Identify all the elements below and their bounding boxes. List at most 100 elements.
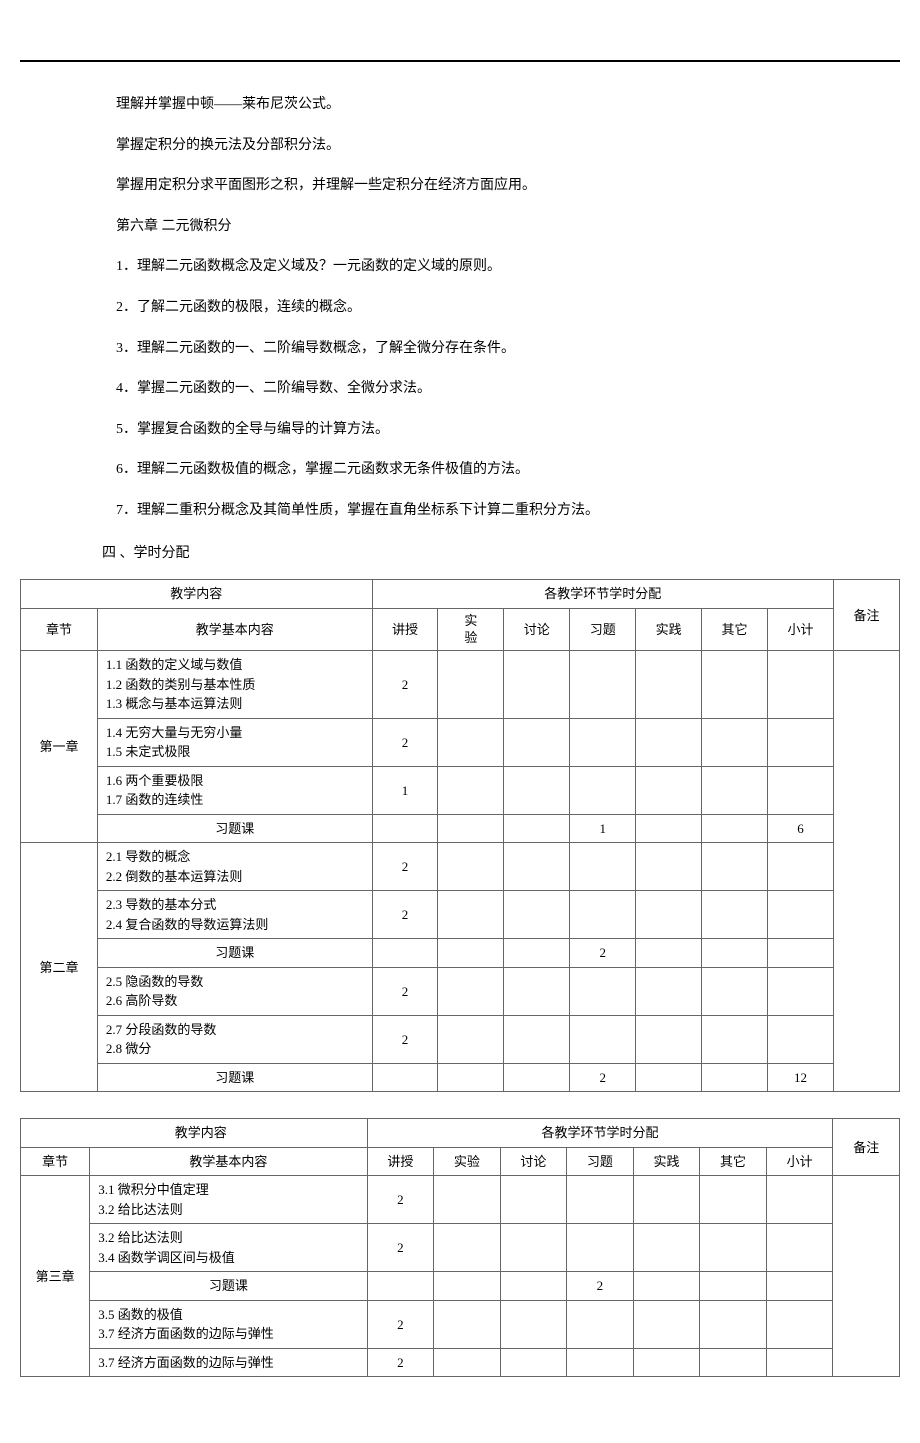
table-row: 2.3 导数的基本分式2.4 复合函数的导数运算法则2 (21, 891, 900, 939)
table-row: 习题课 2 (21, 1272, 900, 1301)
ch6-item-4: 4．掌握二元函数的一、二阶编导数、全微分求法。 (88, 376, 832, 403)
cell-discuss (504, 1015, 570, 1063)
cell-experiment (438, 1063, 504, 1092)
cell-exercise (570, 891, 636, 939)
cell-experiment (434, 1300, 501, 1348)
cell-discuss (500, 1300, 567, 1348)
ch6-item-5: 5．掌握复合函数的全导与编导的计算方法。 (88, 417, 832, 444)
cell-practice (636, 766, 702, 814)
cell-content: 1.6 两个重要极限1.7 函数的连续性 (97, 766, 372, 814)
cell-exercise (570, 967, 636, 1015)
cell-experiment (438, 814, 504, 843)
cell-discuss (500, 1176, 567, 1224)
cell-exercise: 2 (570, 939, 636, 968)
cell-exercise (570, 651, 636, 719)
cell-practice (633, 1272, 700, 1301)
cell-practice (636, 967, 702, 1015)
cell-practice (633, 1348, 700, 1377)
cell-other (702, 891, 768, 939)
cell-subtotal: 6 (767, 814, 833, 843)
cell-content: 习题课 (90, 1272, 367, 1301)
table2-wrap: 教学内容 各教学环节学时分配 备注 章节 教学基本内容 讲授 实验 讨论 习题 … (20, 1118, 900, 1377)
cell-experiment (434, 1176, 501, 1224)
cell-other (702, 843, 768, 891)
cell-other (702, 718, 768, 766)
cell-lecture: 1 (372, 766, 438, 814)
table1-body: 第一章1.1 函数的定义域与数值1.2 函数的类别与基本性质1.3 概念与基本运… (21, 651, 900, 1092)
cell-exercise: 2 (567, 1272, 634, 1301)
table-row: 第三章3.1 微积分中值定理3.2 给比达法则2 (21, 1176, 900, 1224)
th-discuss: 讨论 (504, 608, 570, 651)
th-remark: 备注 (833, 1119, 900, 1176)
table-row: 1.4 无穷大量与无穷小量1.5 未定式极限2 (21, 718, 900, 766)
cell-discuss (504, 939, 570, 968)
cell-lecture: 2 (372, 967, 438, 1015)
table-row: 习题课212 (21, 1063, 900, 1092)
cell-subtotal (767, 718, 833, 766)
th-experiment: 实验 (438, 608, 504, 651)
cell-practice (636, 814, 702, 843)
cell-remark (833, 1176, 900, 1377)
th-remark: 备注 (834, 580, 900, 651)
cell-other (702, 939, 768, 968)
ch6-item-1: 1．理解二元函数概念及定义域及？一元函数的定义域的原则。 (88, 254, 832, 281)
ch6-item-7: 7．理解二重积分概念及其简单性质，掌握在直角坐标系下计算二重积分方法。 (88, 498, 832, 525)
cell-exercise (570, 1015, 636, 1063)
cell-exercise (567, 1348, 634, 1377)
cell-experiment (438, 967, 504, 1015)
th-chapter: 章节 (21, 1147, 90, 1176)
cell-experiment (438, 766, 504, 814)
table-row: 章节 教学基本内容 讲授 实验 讨论 习题 实践 其它 小计 (21, 1147, 900, 1176)
th-subtotal: 小计 (767, 608, 833, 651)
cell-lecture (372, 814, 438, 843)
cell-exercise (567, 1176, 634, 1224)
cell-experiment (438, 891, 504, 939)
cell-subtotal (766, 1224, 833, 1272)
table-row: 3.5 函数的极值3.7 经济方面函数的边际与弹性2 (21, 1300, 900, 1348)
cell-other (700, 1224, 767, 1272)
th-lecture: 讲授 (367, 1147, 434, 1176)
th-exercise: 习题 (567, 1147, 634, 1176)
table-row: 2.7 分段函数的导数2.8 微分2 (21, 1015, 900, 1063)
cell-experiment (434, 1348, 501, 1377)
schedule-table-1: 教学内容 各教学环节学时分配 备注 章节 教学基本内容 讲授 实验 讨论 习题 … (20, 579, 900, 1092)
th-discuss: 讨论 (500, 1147, 567, 1176)
cell-experiment (438, 651, 504, 719)
cell-other (702, 814, 768, 843)
th-teach-content: 教学内容 (21, 1119, 368, 1148)
cell-discuss (500, 1224, 567, 1272)
th-exercise: 习题 (570, 608, 636, 651)
cell-lecture: 2 (367, 1176, 434, 1224)
cell-other (700, 1176, 767, 1224)
cell-subtotal: 12 (767, 1063, 833, 1092)
cell-exercise: 2 (570, 1063, 636, 1092)
cell-experiment (434, 1272, 501, 1301)
cell-practice (633, 1176, 700, 1224)
table2-body: 第三章3.1 微积分中值定理3.2 给比达法则23.2 给比达法则3.4 函数学… (21, 1176, 900, 1377)
cell-discuss (504, 891, 570, 939)
table-row: 第二章2.1 导数的概念2.2 倒数的基本运算法则2 (21, 843, 900, 891)
cell-exercise (567, 1300, 634, 1348)
cell-discuss (504, 718, 570, 766)
cell-content: 习题课 (97, 814, 372, 843)
cell-content: 1.4 无穷大量与无穷小量1.5 未定式极限 (97, 718, 372, 766)
cell-chapter: 第二章 (21, 843, 98, 1092)
ch6-item-6: 6．理解二元函数极值的概念，掌握二元函数求无条件极值的方法。 (88, 457, 832, 484)
cell-discuss (504, 651, 570, 719)
cell-subtotal (767, 891, 833, 939)
cell-content: 2.1 导数的概念2.2 倒数的基本运算法则 (97, 843, 372, 891)
th-chapter: 章节 (21, 608, 98, 651)
cell-content: 3.7 经济方面函数的边际与弹性 (90, 1348, 367, 1377)
cell-lecture (372, 939, 438, 968)
th-basic-content: 教学基本内容 (97, 608, 372, 651)
cell-content: 3.5 函数的极值3.7 经济方面函数的边际与弹性 (90, 1300, 367, 1348)
ch6-item-3: 3．理解二元函数的一、二阶编导数概念，了解全微分存在条件。 (88, 336, 832, 363)
ch6-item-2: 2．了解二元函数的极限，连续的概念。 (88, 295, 832, 322)
cell-other (702, 651, 768, 719)
cell-lecture: 2 (372, 891, 438, 939)
th-other: 其它 (702, 608, 768, 651)
cell-subtotal (767, 967, 833, 1015)
th-teach-content: 教学内容 (21, 580, 373, 609)
cell-practice (633, 1224, 700, 1272)
intro-p3: 掌握用定积分求平面图形之积，并理解一些定积分在经济方面应用。 (88, 173, 832, 200)
